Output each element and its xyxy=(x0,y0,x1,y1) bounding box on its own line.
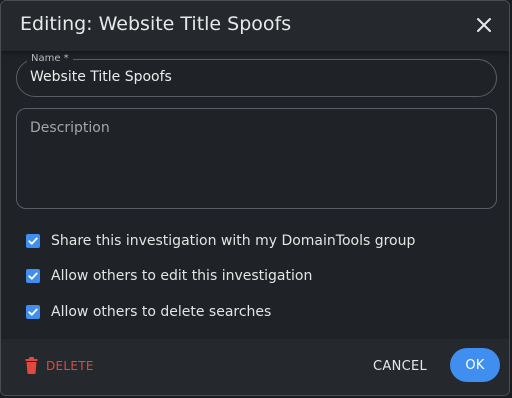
checkmark-icon xyxy=(28,237,38,245)
dialog-footer: DELETE CANCEL OK xyxy=(1,339,509,395)
allow-edit-checkbox[interactable] xyxy=(26,269,40,283)
allow-delete-checkbox[interactable] xyxy=(26,305,40,319)
dialog-header: Editing: Website Title Spoofs xyxy=(1,1,509,51)
cancel-button[interactable]: CANCEL xyxy=(373,359,427,374)
close-icon xyxy=(477,18,491,32)
checkmark-icon xyxy=(28,272,38,280)
checkmark-icon xyxy=(28,308,38,316)
close-button[interactable] xyxy=(473,14,495,36)
description-placeholder: Description xyxy=(30,120,110,136)
delete-button[interactable]: DELETE xyxy=(25,357,94,374)
name-field-label: Name * xyxy=(27,53,73,65)
option-share-group[interactable]: Share this investigation with my DomainT… xyxy=(26,232,415,250)
option-allow-delete[interactable]: Allow others to delete searches xyxy=(26,303,271,321)
description-field[interactable]: Description xyxy=(16,108,497,209)
trash-icon xyxy=(25,357,38,374)
edit-investigation-dialog: Editing: Website Title Spoofs Name * Web… xyxy=(0,0,510,396)
share-checkbox[interactable] xyxy=(26,234,40,248)
dialog-title: Editing: Website Title Spoofs xyxy=(20,13,292,35)
ok-label: OK xyxy=(465,357,485,373)
allow-delete-label: Allow others to delete searches xyxy=(51,304,272,320)
name-field[interactable]: Name * Website Title Spoofs xyxy=(16,53,497,97)
ok-button[interactable]: OK xyxy=(450,348,500,382)
name-input[interactable]: Website Title Spoofs xyxy=(30,69,172,85)
share-label: Share this investigation with my DomainT… xyxy=(51,233,416,249)
allow-edit-label: Allow others to edit this investigation xyxy=(51,268,313,284)
option-allow-edit[interactable]: Allow others to edit this investigation xyxy=(26,267,312,285)
delete-label: DELETE xyxy=(46,358,94,373)
